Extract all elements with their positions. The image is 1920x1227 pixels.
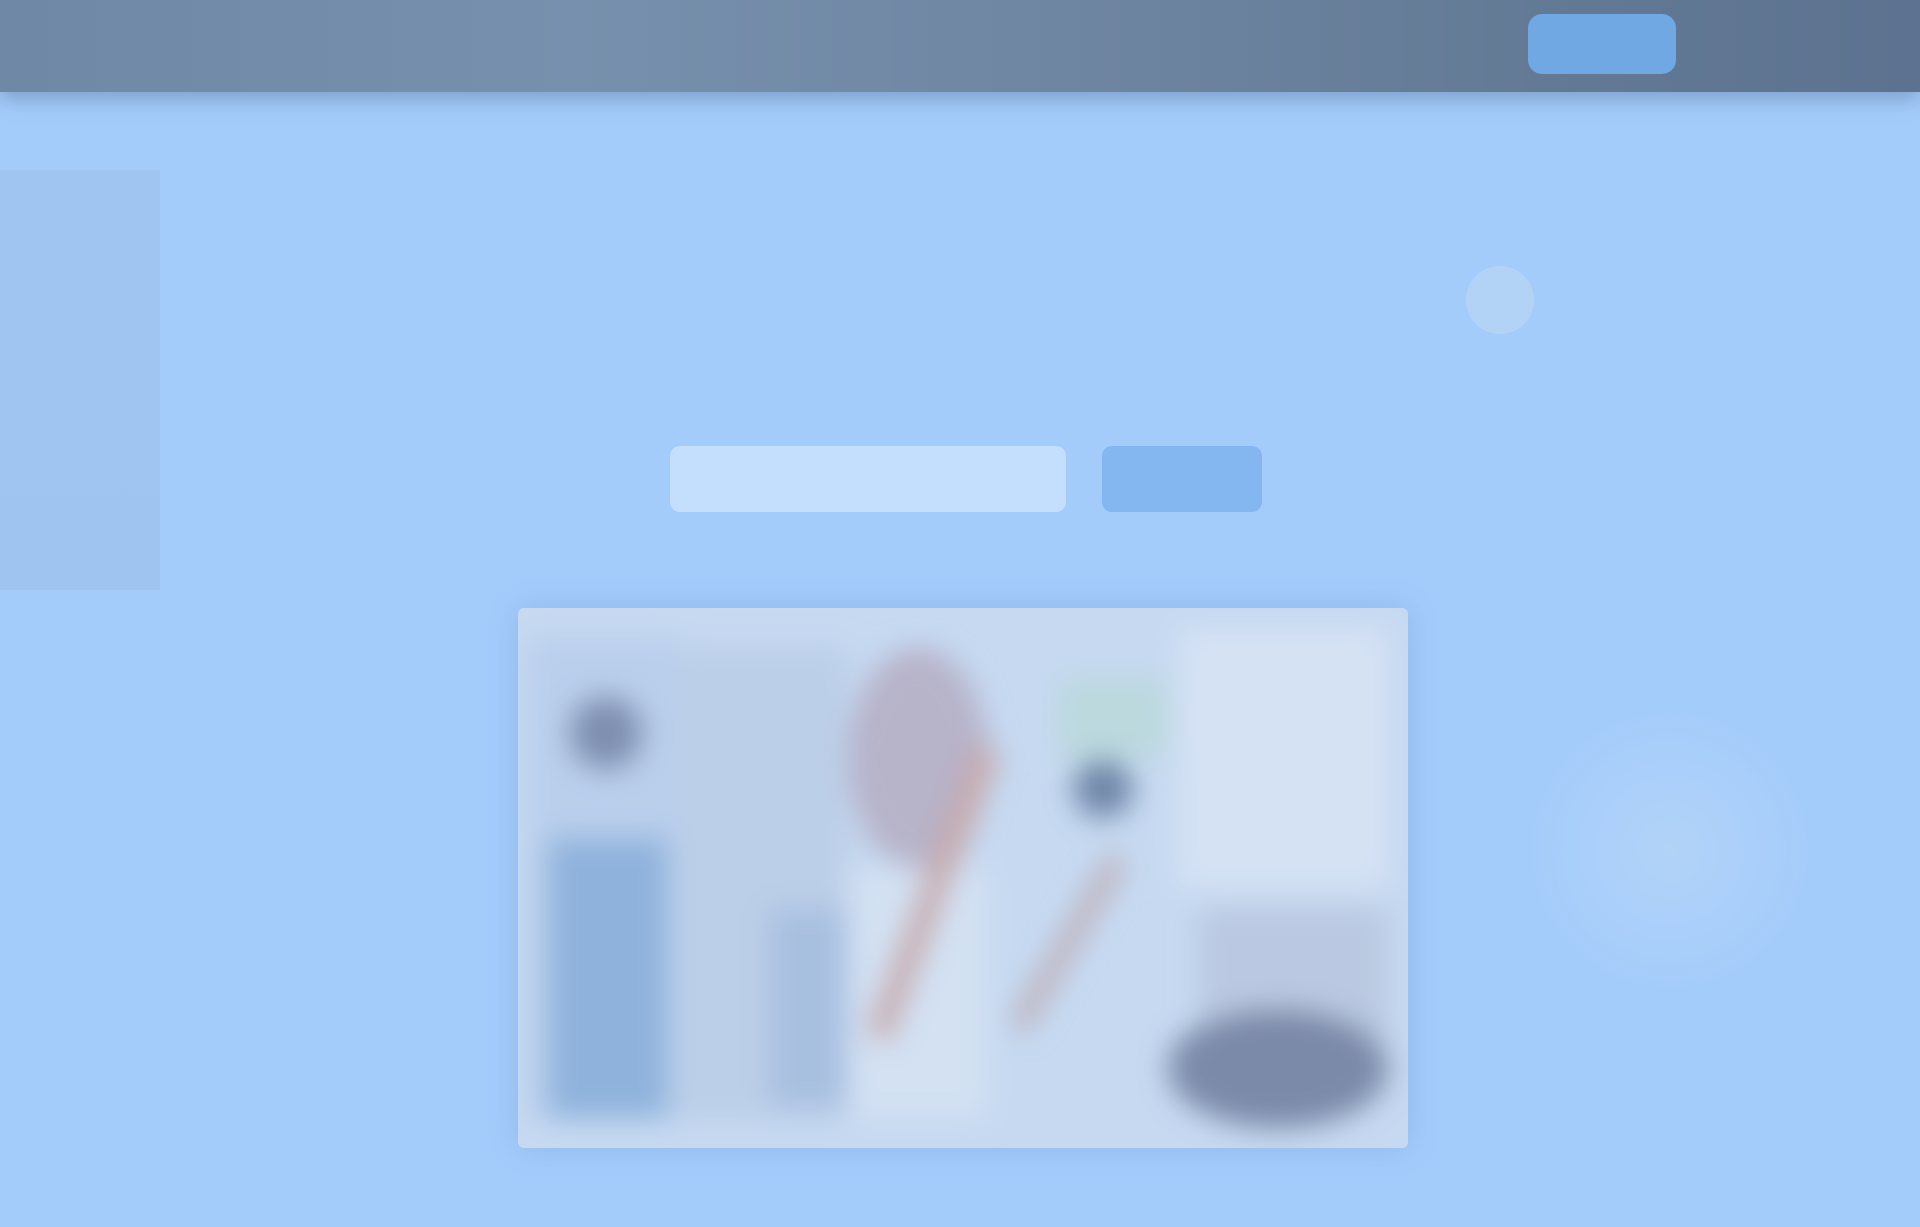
decorative-circle-icon bbox=[1466, 266, 1534, 334]
left-side-panel bbox=[0, 170, 160, 590]
top-navigation-bar bbox=[0, 0, 1920, 92]
hero-illustration-graphic bbox=[518, 608, 1408, 1148]
email-input[interactable] bbox=[670, 446, 1066, 512]
hero-illustration-image bbox=[518, 608, 1408, 1148]
decorative-background-shape bbox=[1530, 700, 1810, 1000]
topbar-cta-button[interactable] bbox=[1528, 14, 1676, 74]
hero-subtitle bbox=[480, 348, 1420, 404]
submit-button[interactable] bbox=[1102, 446, 1262, 512]
hero-title bbox=[560, 272, 1360, 322]
signup-form bbox=[670, 446, 1262, 514]
